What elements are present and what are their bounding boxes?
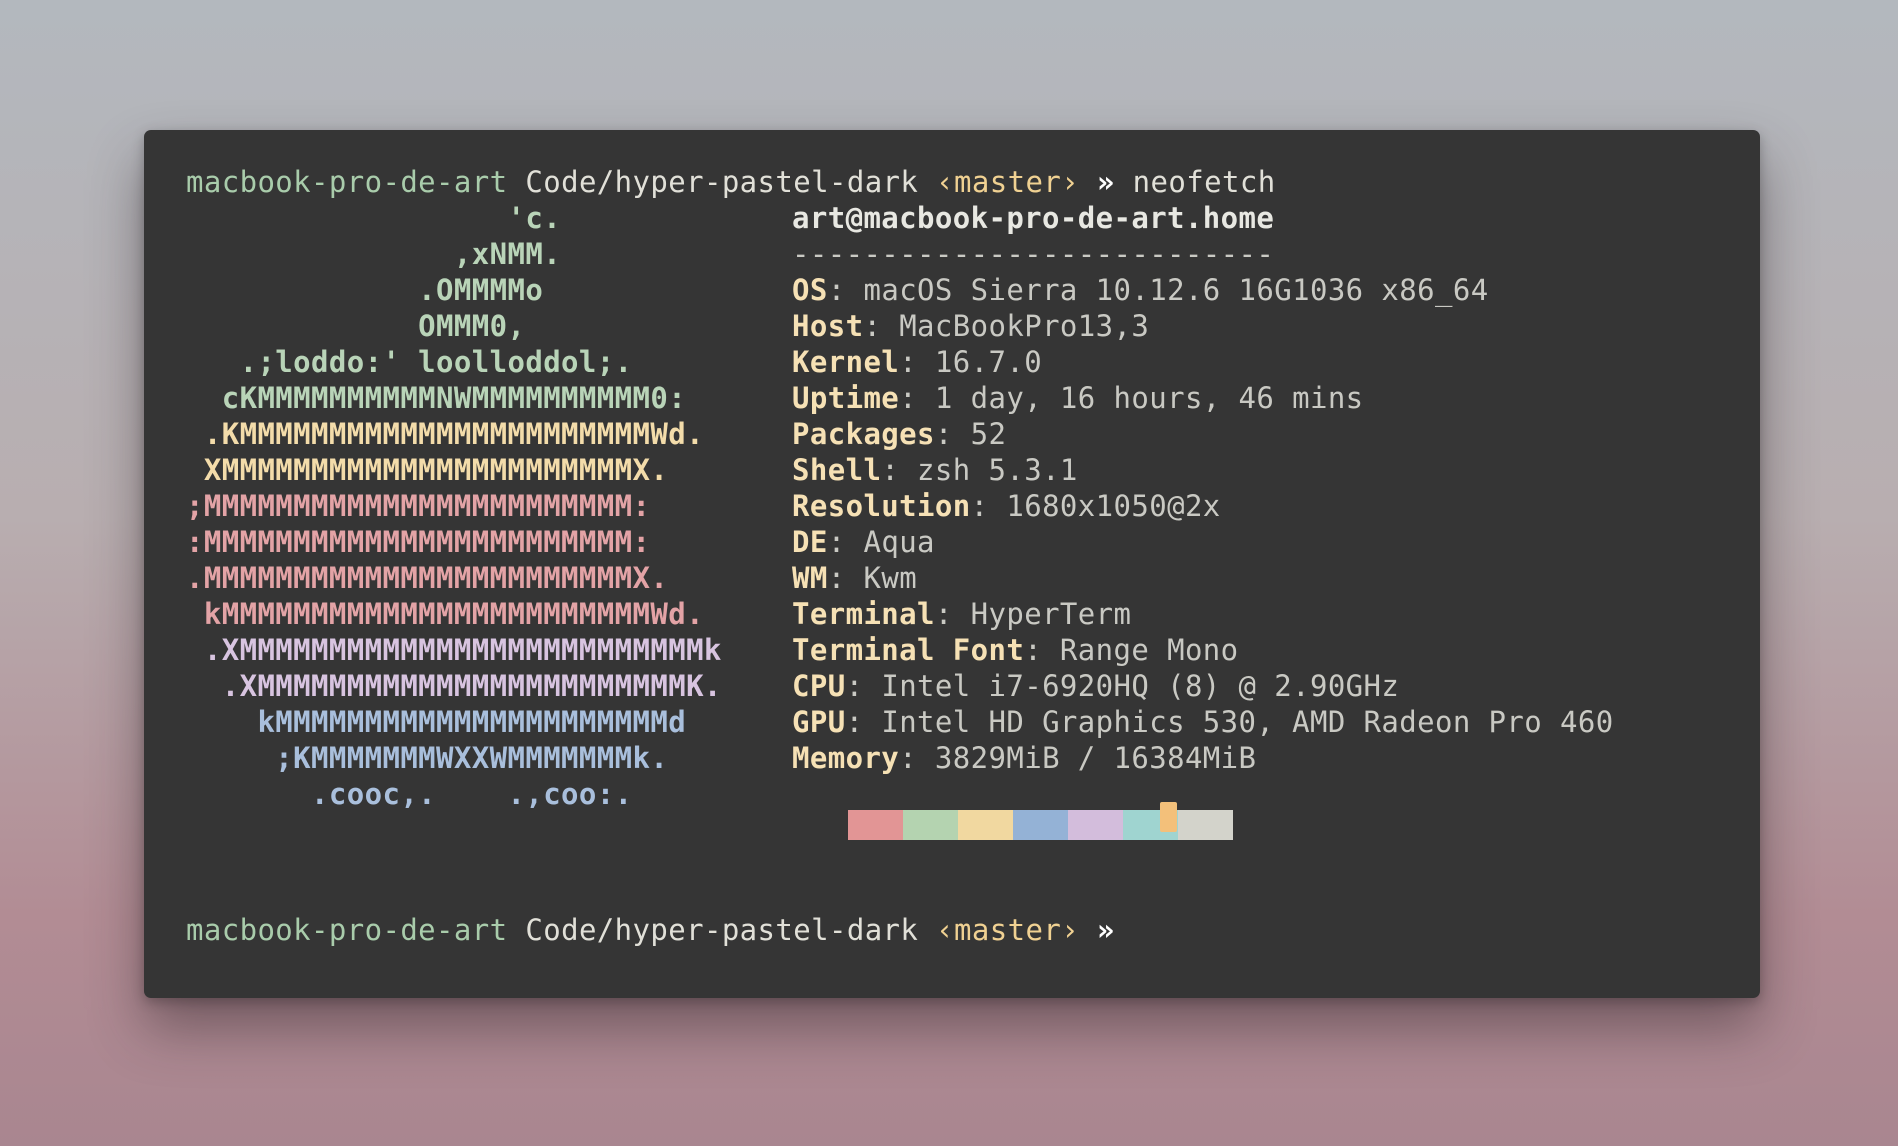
apple-logo-line: cKMMMMMMMMMMNWMMMMMMMMMM0:: [186, 381, 687, 415]
info-colon: :: [881, 453, 918, 487]
apple-logo-line: kMMMMMMMMMMMMMMMMMMMMMMd: [186, 705, 687, 739]
info-row-shell: Shell: zsh 5.3.1: [792, 452, 1078, 488]
info-value: macOS Sierra 10.12.6 16G1036 x86_64: [863, 273, 1489, 307]
info-value: Intel HD Graphics 530, AMD Radeon Pro 46…: [881, 705, 1614, 739]
info-row-kernel: Kernel: 16.7.0: [792, 344, 1042, 380]
info-colon: :: [863, 309, 900, 343]
info-colon: :: [970, 489, 1007, 523]
info-row-terminal: Terminal: HyperTerm: [792, 596, 1131, 632]
info-value: zsh 5.3.1: [917, 453, 1078, 487]
info-colon: :: [1024, 633, 1060, 667]
prompt-path: Code/hyper-pastel-dark: [525, 165, 919, 199]
apple-logo-line: :MMMMMMMMMMMMMMMMMMMMMMMM:: [186, 525, 651, 559]
info-key: Memory: [792, 741, 900, 775]
info-row-resolution: Resolution: 1680x1050@2x: [792, 488, 1221, 524]
info-key: Kernel: [792, 345, 900, 379]
info-key: Terminal: [792, 597, 935, 631]
color-swatch: [903, 810, 958, 840]
prompt-path: Code/hyper-pastel-dark: [525, 913, 919, 947]
apple-logo-line: kMMMMMMMMMMMMMMMMMMMMMMMMWd.: [186, 597, 704, 631]
info-key: GPU: [792, 705, 846, 739]
info-key: Terminal Font: [792, 633, 1025, 667]
info-key: OS: [792, 273, 828, 307]
info-colon: :: [845, 669, 882, 703]
color-swatch: [1068, 810, 1123, 840]
info-row-packages: Packages: 52: [792, 416, 1006, 452]
apple-logo-line: .cooc,. .,coo:.: [186, 777, 633, 811]
info-value: 16.7.0: [934, 345, 1043, 379]
apple-logo-line: .;loddo:' loolloddol;.: [186, 345, 633, 379]
info-colon: :: [827, 273, 864, 307]
info-row-gpu: GPU: Intel HD Graphics 530, AMD Radeon P…: [792, 704, 1614, 740]
info-colon: :: [827, 561, 864, 595]
apple-logo-line: .OMMMMo: [186, 273, 544, 307]
info-row-memory: Memory: 3829MiB / 16384MiB: [792, 740, 1256, 776]
info-colon: :: [934, 597, 971, 631]
info-value: Aqua: [863, 525, 935, 559]
info-value: HyperTerm: [970, 597, 1132, 631]
info-value: Kwm: [863, 561, 918, 595]
info-row-terminal-font: Terminal Font: Range Mono: [792, 632, 1239, 668]
info-value: Range Mono: [1059, 633, 1239, 667]
info-value: 1 day, 16 hours, 46 mins: [934, 381, 1364, 415]
info-colon: :: [899, 345, 935, 379]
prompt-host: macbook-pro-de-art: [186, 165, 508, 199]
prompt-command: neofetch: [1132, 165, 1276, 199]
color-swatch: [848, 810, 903, 840]
info-key: Uptime: [792, 381, 900, 415]
info-colon: :: [845, 705, 882, 739]
apple-logo-line: ,xNMM.: [186, 237, 562, 271]
info-value: Intel i7-6920HQ (8) @ 2.90GHz: [881, 669, 1400, 703]
prompt-arrow: »: [1096, 913, 1115, 947]
apple-logo-line: .KMMMMMMMMMMMMMMMMMMMMMMMWd.: [186, 417, 704, 451]
info-key: WM: [792, 561, 828, 595]
info-key: Host: [792, 309, 864, 343]
apple-logo-line: 'c.: [186, 201, 562, 235]
info-key: Shell: [792, 453, 882, 487]
info-row-uptime: Uptime: 1 day, 16 hours, 46 mins: [792, 380, 1364, 416]
info-value: MacBookPro13,3: [899, 309, 1150, 343]
prompt-host: macbook-pro-de-art: [186, 913, 508, 947]
apple-logo-line: ;KMMMMMMMWXXWMMMMMMMk.: [186, 741, 669, 775]
info-separator: ---------------------------: [792, 237, 1275, 271]
info-row-host: Host: MacBookPro13,3: [792, 308, 1149, 344]
color-swatch: [1178, 810, 1233, 840]
info-colon: :: [899, 381, 935, 415]
color-swatch: [958, 810, 1013, 840]
command-prompt[interactable]: macbook-pro-de-art Code/hyper-pastel-dar…: [186, 912, 1115, 948]
prompt-branch: ‹master›: [936, 913, 1080, 947]
apple-logo-line: ;MMMMMMMMMMMMMMMMMMMMMMMM:: [186, 489, 651, 523]
info-key: Resolution: [792, 489, 971, 523]
info-title: art@macbook-pro-de-art.home: [792, 201, 1275, 235]
command-prompt: macbook-pro-de-art Code/hyper-pastel-dar…: [186, 164, 1276, 200]
prompt-arrow: »: [1096, 165, 1115, 199]
info-row-os: OS: macOS Sierra 10.12.6 16G1036 x86_64: [792, 272, 1489, 308]
info-row-cpu: CPU: Intel i7-6920HQ (8) @ 2.90GHz: [792, 668, 1399, 704]
apple-logo-line: .XMMMMMMMMMMMMMMMMMMMMMMMMMMk: [186, 633, 722, 667]
info-value: 3829MiB / 16384MiB: [934, 741, 1257, 775]
apple-logo-line: .MMMMMMMMMMMMMMMMMMMMMMMMX.: [186, 561, 669, 595]
prompt-branch: ‹master›: [936, 165, 1080, 199]
apple-logo-line: OMMM0,: [186, 309, 526, 343]
info-key: Packages: [792, 417, 935, 451]
apple-logo-line: XMMMMMMMMMMMMMMMMMMMMMMMX.: [186, 453, 669, 487]
info-row-wm: WM: Kwm: [792, 560, 917, 596]
apple-logo-line: .XMMMMMMMMMMMMMMMMMMMMMMMMK.: [186, 669, 722, 703]
info-colon: :: [934, 417, 971, 451]
color-swatch: [1013, 810, 1068, 840]
info-value: 1680x1050@2x: [1006, 489, 1221, 523]
info-value: 52: [970, 417, 1007, 451]
terminal-window[interactable]: macbook-pro-de-art Code/hyper-pastel-dar…: [144, 130, 1760, 998]
info-key: DE: [792, 525, 828, 559]
info-key: CPU: [792, 669, 846, 703]
info-colon: :: [899, 741, 935, 775]
text-cursor: [1160, 802, 1177, 832]
info-row-de: DE: Aqua: [792, 524, 935, 560]
info-colon: :: [827, 525, 864, 559]
